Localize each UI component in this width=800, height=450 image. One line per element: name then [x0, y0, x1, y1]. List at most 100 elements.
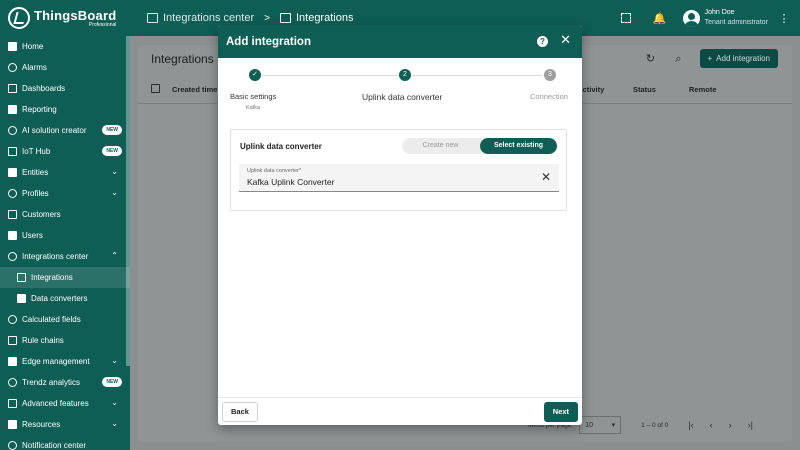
- select-existing-option[interactable]: Select existing: [480, 138, 557, 154]
- step-3-label[interactable]: Connection: [530, 92, 568, 101]
- caret-down-icon: ▾: [611, 422, 616, 429]
- breadcrumb-integrations: Integrations: [279, 12, 353, 24]
- sidebar-item-users[interactable]: Users: [0, 225, 130, 246]
- clear-icon[interactable]: ✕: [541, 171, 551, 183]
- integrations-center-icon: [147, 13, 158, 23]
- sidebar-item-iot-hub[interactable]: IoT Hub NEW: [0, 141, 130, 162]
- chevron-down-icon[interactable]: ⌄: [111, 419, 118, 428]
- sidebar-item-data-converters[interactable]: Data converters: [0, 288, 130, 309]
- ai-icon: [8, 126, 17, 135]
- sidebar-item-label: Edge management: [22, 357, 90, 366]
- advanced-icon: [8, 399, 17, 408]
- sidebar-item-rule-chains[interactable]: Rule chains: [0, 330, 130, 351]
- trendz-icon: [8, 378, 17, 387]
- add-integration-button[interactable]: + Add integration: [699, 49, 778, 68]
- back-button[interactable]: Back: [222, 402, 258, 422]
- report-icon: [8, 105, 17, 114]
- sidebar-item-home[interactable]: Home: [0, 36, 130, 57]
- refresh-icon[interactable]: ↻: [644, 52, 658, 66]
- next-page-icon[interactable]: ›: [729, 420, 732, 430]
- sidebar-item-integrations[interactable]: Integrations: [0, 267, 130, 288]
- sidebar-item-notification-center[interactable]: Notification center: [0, 435, 130, 450]
- step-connector: [412, 75, 542, 76]
- sidebar-item-edge-management[interactable]: Edge management ⌄: [0, 351, 130, 372]
- converter-mode-toggle: Create new Select existing: [402, 138, 557, 154]
- step-connector: [262, 75, 398, 76]
- sidebar-item-dashboards[interactable]: Dashboards: [0, 78, 130, 99]
- step-3-circle[interactable]: 3: [544, 69, 556, 81]
- sidebar-item-profiles[interactable]: Profiles ⌄: [0, 183, 130, 204]
- prev-page-icon[interactable]: ‹: [710, 420, 713, 430]
- field-value[interactable]: Kafka Uplink Converter: [247, 177, 334, 187]
- alarm-icon: [8, 63, 17, 72]
- items-per-page-select[interactable]: 10 ▾: [579, 416, 622, 434]
- dialog-header: Add integration ? ✕: [218, 25, 582, 58]
- step-1-label[interactable]: Basic settings: [230, 92, 276, 101]
- home-icon: [8, 42, 17, 51]
- sidebar-item-calculated-fields[interactable]: Calculated fields: [0, 309, 130, 330]
- user-name: John Doe: [704, 9, 735, 17]
- column-created-time[interactable]: Created time: [172, 85, 217, 94]
- logo-title: ThingsBoard: [34, 7, 117, 23]
- sidebar-item-label: Calculated fields: [22, 315, 81, 324]
- chevron-down-icon[interactable]: ⌄: [111, 356, 118, 365]
- plus-icon: +: [707, 54, 713, 63]
- converters-icon: [17, 294, 26, 303]
- step-2-circle[interactable]: 2: [399, 69, 411, 81]
- last-page-icon[interactable]: ›|: [748, 420, 753, 430]
- user-info[interactable]: John Doe Tenant administrator: [705, 8, 768, 28]
- step-1-sub: Kafka: [246, 105, 261, 111]
- profiles-icon: [8, 189, 17, 198]
- sidebar-item-customers[interactable]: Customers: [0, 204, 130, 225]
- notifications-button[interactable]: 🔔: [653, 11, 667, 25]
- customers-icon: [8, 210, 17, 219]
- sidebar-item-resources[interactable]: Resources ⌄: [0, 414, 130, 435]
- logo-icon: [8, 7, 30, 29]
- chevron-down-icon[interactable]: ⌄: [111, 398, 118, 407]
- hub-icon: [8, 147, 17, 156]
- sidebar-item-label: Advanced features: [22, 399, 89, 408]
- sidebar-item-label: AI solution creator: [22, 126, 87, 135]
- step-1-check-icon[interactable]: ✓: [249, 69, 261, 81]
- chevron-down-icon[interactable]: ⌄: [111, 188, 118, 197]
- new-badge: NEW: [102, 377, 122, 387]
- chevron-up-icon[interactable]: ⌃: [111, 251, 118, 260]
- sidebar-item-entities[interactable]: Entities ⌄: [0, 162, 130, 183]
- help-icon[interactable]: ?: [537, 36, 548, 47]
- logo[interactable]: ThingsBoard Professional: [0, 7, 130, 29]
- field-label: Uplink data converter*: [247, 168, 302, 174]
- column-status[interactable]: Status: [633, 85, 656, 94]
- create-new-option[interactable]: Create new: [402, 138, 479, 154]
- sidebar-item-trendz-analytics[interactable]: Trendz analytics NEW: [0, 372, 130, 393]
- dialog-footer: Back Next: [218, 397, 582, 425]
- next-button[interactable]: Next: [543, 402, 578, 422]
- fullscreen-button[interactable]: [619, 11, 633, 25]
- search-icon[interactable]: ⌕: [672, 52, 686, 66]
- converter-section: Uplink data converter Create new Select …: [230, 129, 567, 211]
- sidebar-item-advanced-features[interactable]: Advanced features ⌄: [0, 393, 130, 414]
- page-title: Integrations: [151, 52, 214, 66]
- bell-icon: 🔔: [652, 12, 667, 25]
- column-remote[interactable]: Remote: [689, 85, 717, 94]
- sidebar-item-label: Entities: [22, 168, 49, 177]
- integrations-center-icon: [8, 252, 17, 261]
- uplink-converter-field[interactable]: Uplink data converter* Kafka Uplink Conv…: [239, 164, 559, 192]
- step-2-label[interactable]: Uplink data converter: [362, 92, 442, 102]
- select-all-checkbox[interactable]: [151, 84, 160, 93]
- sidebar-item-ai-solution-creator[interactable]: AI solution creator NEW: [0, 120, 130, 141]
- breadcrumb-integrations-center[interactable]: Integrations center: [147, 12, 254, 24]
- sidebar-item-label: Notification center: [22, 441, 87, 450]
- sidebar-item-alarms[interactable]: Alarms: [0, 57, 130, 78]
- sidebar-item-integrations-center[interactable]: Integrations center ⌃: [0, 246, 130, 267]
- avatar[interactable]: [682, 9, 700, 27]
- more-menu-icon[interactable]: ⋮: [774, 12, 794, 25]
- sidebar-item-reporting[interactable]: Reporting: [0, 99, 130, 120]
- sidebar-item-label: Dashboards: [22, 84, 66, 93]
- notification-icon: [8, 441, 17, 450]
- chevron-down-icon[interactable]: ⌄: [111, 167, 118, 176]
- sidebar-item-label: Integrations: [31, 273, 73, 282]
- entities-icon: [8, 168, 17, 177]
- close-icon[interactable]: ✕: [560, 33, 571, 47]
- first-page-icon[interactable]: |‹: [688, 420, 693, 430]
- sidebar-item-label: Integrations center: [22, 252, 89, 261]
